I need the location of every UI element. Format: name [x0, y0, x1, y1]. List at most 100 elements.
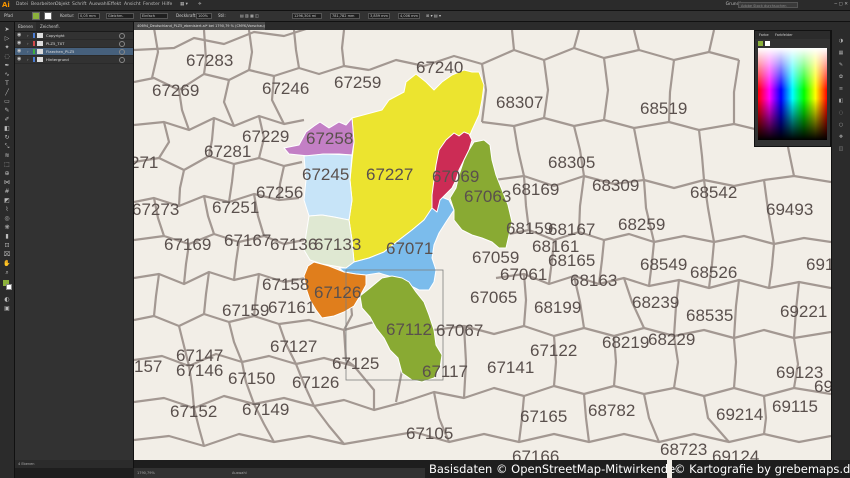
- stock-search-input[interactable]: Adobe Stock durchsuchen: [738, 2, 798, 8]
- postal-code-label[interactable]: 67122: [530, 341, 577, 360]
- postal-code-label[interactable]: 67065: [470, 288, 517, 307]
- blend-tool-icon[interactable]: ◎: [3, 215, 11, 222]
- gradient-tool-icon[interactable]: ◩: [3, 197, 11, 204]
- menu-hilfe[interactable]: Hilfe: [162, 0, 172, 10]
- postal-code-label[interactable]: 67127: [270, 337, 317, 356]
- postal-code-label[interactable]: 68305: [548, 153, 595, 172]
- postal-code-label[interactable]: 67071: [386, 239, 433, 258]
- postal-code-label[interactable]: 67283: [186, 51, 233, 70]
- target-circle-icon[interactable]: [119, 41, 125, 47]
- menu-auswahl[interactable]: Auswahl: [89, 0, 108, 10]
- postal-code-label[interactable]: 67063: [464, 187, 511, 206]
- postal-code-label[interactable]: 68229: [648, 330, 695, 349]
- height-field[interactable]: 4,006 mm: [398, 13, 420, 19]
- chevron-right-icon[interactable]: ›: [27, 32, 29, 39]
- visibility-eye-icon[interactable]: ◉: [17, 48, 21, 55]
- layer-row[interactable]: ◉ › Copyright: [15, 32, 133, 40]
- target-circle-icon[interactable]: [119, 49, 125, 55]
- screen-mode-icon[interactable]: ▣: [3, 305, 11, 312]
- postal-code-label[interactable]: 67159: [222, 301, 269, 320]
- postal-code-label[interactable]: 67169: [164, 235, 211, 254]
- fill-color-icon[interactable]: [758, 41, 763, 46]
- postal-code-label[interactable]: 67167: [224, 231, 271, 250]
- menu-bearbeiten[interactable]: Bearbeiten: [31, 0, 56, 10]
- postal-code-label[interactable]: 68307: [496, 93, 543, 112]
- postal-code-label[interactable]: 68165: [548, 251, 595, 270]
- postal-code-label[interactable]: 67161: [268, 298, 315, 317]
- postal-code-label[interactable]: 67146: [176, 361, 223, 380]
- chevron-right-icon[interactable]: ›: [27, 40, 29, 47]
- tab-color[interactable]: Farbe: [757, 31, 771, 39]
- layer-name[interactable]: PLZ5_TXT: [46, 40, 65, 47]
- type-tool-icon[interactable]: T: [3, 80, 11, 87]
- layer-row-selected[interactable]: ◉ › Flaechen_PLZ5: [15, 48, 133, 56]
- symbol-sprayer-tool-icon[interactable]: ❋: [3, 224, 11, 231]
- free-transform-tool-icon[interactable]: ⬚: [3, 161, 11, 168]
- color-spectrum[interactable]: [758, 48, 827, 140]
- brush-field[interactable]: Einfach: [140, 13, 168, 19]
- artboard-tool-icon[interactable]: ⊡: [3, 242, 11, 249]
- rectangle-tool-icon[interactable]: ▭: [3, 98, 11, 105]
- hand-tool-icon[interactable]: ✋: [3, 260, 11, 267]
- warp-tool-icon[interactable]: ≋: [3, 152, 11, 159]
- postal-code-label[interactable]: 67141: [487, 358, 534, 377]
- zoom-tool-icon[interactable]: ⌕: [3, 269, 11, 276]
- postal-code-label[interactable]: 68723: [660, 440, 707, 459]
- postal-code-label[interactable]: 69493: [766, 200, 813, 219]
- postal-code-label[interactable]: 67112: [386, 320, 432, 339]
- postal-code-label[interactable]: 68535: [686, 306, 733, 325]
- document-tab[interactable]: 40694_Deutschland_PLZ5_ebenisiert.ai* be…: [134, 22, 265, 30]
- transparency-panel-icon[interactable]: ◌: [837, 110, 845, 117]
- curvature-tool-icon[interactable]: ∿: [3, 71, 11, 78]
- menu-fenster[interactable]: Fenster: [143, 0, 160, 10]
- artboard-canvas[interactable]: 67283 67240 67269 67246 67259 68307 68519 67229…: [134, 30, 831, 460]
- postal-code-label[interactable]: 67165: [520, 407, 567, 426]
- brushes-panel-icon[interactable]: ✎: [837, 62, 845, 69]
- tab-swatches[interactable]: Farbfelder: [773, 31, 795, 39]
- eyedropper-tool-icon[interactable]: ⌇: [3, 206, 11, 213]
- visibility-eye-icon[interactable]: ◉: [17, 56, 21, 63]
- mesh-tool-icon[interactable]: #: [3, 188, 11, 195]
- postal-code-label[interactable]: 67069: [432, 167, 479, 186]
- line-tool-icon[interactable]: ╱: [3, 89, 11, 96]
- chevron-right-icon[interactable]: ›: [27, 48, 29, 55]
- y-field[interactable]: 781,782 mm: [330, 13, 360, 19]
- layers-panel-icon[interactable]: ◫: [837, 146, 845, 153]
- stroke-color-icon[interactable]: [6, 284, 12, 290]
- postal-code-label[interactable]: 157: [134, 357, 162, 376]
- layer-name[interactable]: Copyright: [46, 32, 65, 39]
- postal-code-label[interactable]: 67136: [270, 235, 317, 254]
- slice-tool-icon[interactable]: ⌧: [3, 251, 11, 258]
- postal-code-label[interactable]: 68199: [534, 298, 581, 317]
- paintbrush-tool-icon[interactable]: ✎: [3, 107, 11, 114]
- direct-selection-tool-icon[interactable]: ▷: [3, 35, 11, 42]
- opacity-field[interactable]: 100%: [196, 13, 212, 19]
- postal-code-label[interactable]: 67126: [314, 283, 361, 302]
- postal-code-label[interactable]: 67158: [262, 275, 309, 294]
- layer-name[interactable]: Flaechen_PLZ5: [46, 48, 74, 55]
- appearance-panel-icon[interactable]: ○: [837, 122, 845, 129]
- visibility-eye-icon[interactable]: ◉: [17, 40, 21, 47]
- postal-code-label[interactable]: 67152: [170, 402, 217, 421]
- window-controls[interactable]: ─ ▢ ✕: [834, 0, 848, 10]
- magic-wand-tool-icon[interactable]: ✦: [3, 44, 11, 51]
- postal-code-label[interactable]: 69: [814, 377, 831, 396]
- visibility-eye-icon[interactable]: ◉: [17, 32, 21, 39]
- menu-ansicht[interactable]: Ansicht: [124, 0, 141, 10]
- postal-code-label[interactable]: 68519: [640, 99, 687, 118]
- symbols-panel-icon[interactable]: ✿: [837, 74, 845, 81]
- menu-effekt[interactable]: Effekt: [108, 0, 121, 10]
- graph-tool-icon[interactable]: ▮: [3, 233, 11, 240]
- scale-tool-icon[interactable]: ⤡: [3, 143, 11, 150]
- postal-code-map[interactable]: 67283 6724067269 67246 6725968307 6851967229…: [134, 30, 831, 460]
- shape-builder-tool-icon[interactable]: ⊕: [3, 170, 11, 177]
- rotate-tool-icon[interactable]: ↻: [3, 134, 11, 141]
- target-circle-icon[interactable]: [119, 57, 125, 63]
- postal-code-label[interactable]: 67256: [256, 183, 303, 202]
- postal-code-label[interactable]: 67269: [152, 81, 199, 100]
- transform-icons[interactable]: ⊞ ▾ ▤ ▾: [426, 12, 441, 20]
- postal-code-label[interactable]: 67133: [314, 235, 361, 254]
- menu-datei[interactable]: Datei: [16, 0, 28, 10]
- postal-code-label[interactable]: 68169: [512, 180, 559, 199]
- stroke-swatch[interactable]: [44, 12, 52, 20]
